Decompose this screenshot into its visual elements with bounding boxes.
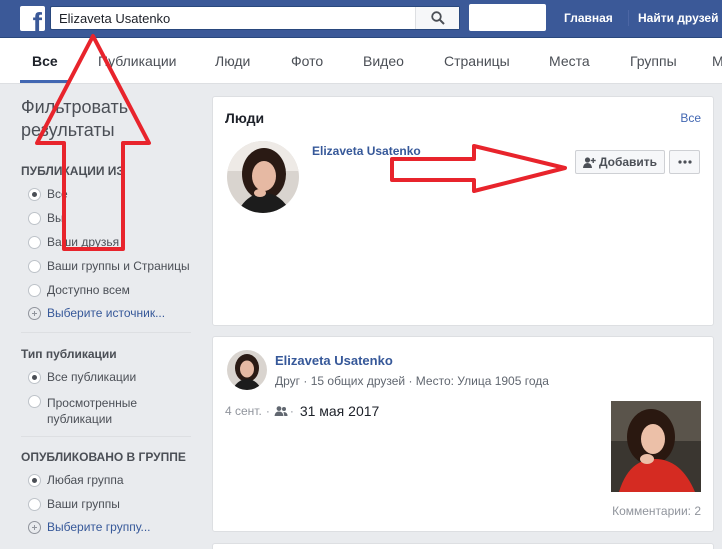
tab-photos[interactable]: Фото bbox=[291, 53, 323, 69]
friends-audience-icon bbox=[274, 406, 288, 416]
radio-checked[interactable] bbox=[28, 474, 41, 487]
facebook-logo-icon[interactable]: f bbox=[20, 6, 45, 31]
comments-count-link[interactable]: Комментарии: 2 bbox=[612, 504, 701, 518]
people-results-card: Люди Все Elizaveta Usatenko Добавить bbox=[212, 96, 714, 326]
plus-circle-icon bbox=[28, 520, 41, 534]
filter-option-your-groups[interactable]: Ваши группы bbox=[28, 498, 120, 511]
nav-separator bbox=[628, 10, 629, 26]
divider bbox=[21, 332, 191, 333]
filter-option-friends[interactable]: Ваши друзья bbox=[28, 236, 119, 249]
tab-more[interactable]: М bbox=[712, 53, 722, 69]
tab-all[interactable]: Все bbox=[32, 53, 58, 69]
radio-checked[interactable] bbox=[28, 188, 41, 201]
post-date-line: 4 сент. · · 31 мая 2017 bbox=[225, 403, 379, 419]
posted-in-group-heading: ОПУБЛИКОВАНО В ГРУППЕ bbox=[21, 450, 186, 464]
tab-pages[interactable]: Страницы bbox=[444, 53, 510, 69]
nav-find-friends-link[interactable]: Найти друзей bbox=[638, 11, 718, 25]
publications-from-heading: ПУБЛИКАЦИИ ИЗ bbox=[21, 164, 124, 178]
divider bbox=[21, 436, 191, 437]
filter-option-all[interactable]: Все bbox=[28, 188, 68, 201]
filter-option-any-group[interactable]: Любая группа bbox=[28, 474, 124, 487]
tab-videos[interactable]: Видео bbox=[363, 53, 404, 69]
post-author-link[interactable]: Elizaveta Usatenko bbox=[275, 353, 393, 368]
next-result-card bbox=[212, 543, 714, 549]
tab-places[interactable]: Места bbox=[549, 53, 590, 69]
radio[interactable] bbox=[28, 284, 41, 297]
search-icon bbox=[430, 11, 445, 25]
tab-people[interactable]: Люди bbox=[215, 53, 250, 69]
search-input[interactable] bbox=[51, 7, 421, 29]
add-friend-button[interactable]: Добавить bbox=[575, 150, 665, 174]
choose-group-link[interactable]: Выберите группу... bbox=[28, 520, 151, 534]
filter-title: Фильтровать результаты bbox=[21, 97, 129, 140]
filter-option-groups-pages[interactable]: Ваши группы и Страницы bbox=[28, 260, 190, 273]
filter-option-viewed-posts[interactable]: Просмотренные публикации bbox=[28, 395, 147, 427]
post-date: 31 мая 2017 bbox=[299, 403, 380, 419]
radio[interactable] bbox=[28, 236, 41, 249]
post-type-heading: Тип публикации bbox=[21, 347, 117, 361]
avatar[interactable] bbox=[227, 350, 267, 390]
radio[interactable] bbox=[28, 260, 41, 273]
radio[interactable] bbox=[28, 395, 41, 408]
people-heading: Люди bbox=[225, 110, 265, 126]
choose-source-link[interactable]: Выберите источник... bbox=[28, 306, 165, 320]
add-friend-icon bbox=[582, 156, 596, 168]
filter-option-you[interactable]: Вы bbox=[28, 212, 64, 225]
search-box bbox=[50, 6, 460, 30]
tab-groups[interactable]: Группы bbox=[630, 53, 677, 69]
profile-link[interactable] bbox=[469, 4, 546, 31]
post-short-date[interactable]: 4 сент. bbox=[225, 404, 262, 418]
nav-home-link[interactable]: Главная bbox=[564, 11, 613, 25]
top-bar: f Главная Найти друзей bbox=[0, 0, 722, 38]
search-filter-tabs: Все Публикации Люди Фото Видео Страницы … bbox=[0, 38, 722, 84]
ellipsis-icon bbox=[677, 160, 692, 164]
more-options-button[interactable] bbox=[669, 150, 700, 174]
dot-separator: · bbox=[289, 404, 294, 418]
active-tab-indicator bbox=[20, 80, 70, 83]
radio-checked[interactable] bbox=[28, 371, 41, 384]
radio[interactable] bbox=[28, 498, 41, 511]
avatar[interactable] bbox=[227, 141, 299, 213]
search-button[interactable] bbox=[415, 7, 459, 29]
person-name-link[interactable]: Elizaveta Usatenko bbox=[312, 144, 421, 158]
see-all-people-link[interactable]: Все bbox=[680, 111, 701, 125]
tab-posts[interactable]: Публикации bbox=[98, 53, 176, 69]
radio[interactable] bbox=[28, 212, 41, 225]
dot-separator: · bbox=[265, 404, 270, 418]
plus-circle-icon bbox=[28, 306, 41, 320]
filter-option-all-posts[interactable]: Все публикации bbox=[28, 371, 136, 384]
filter-option-public[interactable]: Доступно всем bbox=[28, 284, 130, 297]
post-photo[interactable] bbox=[611, 401, 701, 492]
post-author-meta: Друг · 15 общих друзей · Место: Улица 19… bbox=[275, 374, 549, 388]
post-result-card: Elizaveta Usatenko Друг · 15 общих друзе… bbox=[212, 336, 714, 532]
